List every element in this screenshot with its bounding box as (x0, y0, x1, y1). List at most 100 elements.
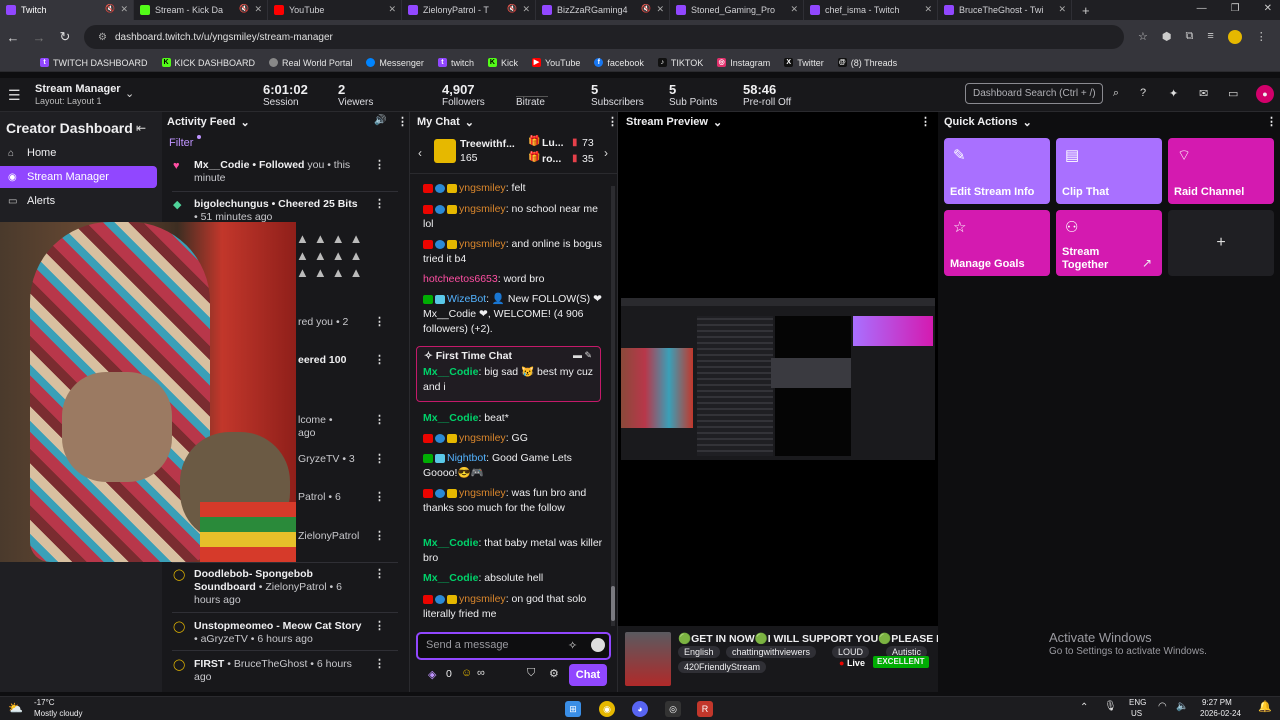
puzzle-icon[interactable]: ⧉ (1185, 30, 1193, 44)
more-icon[interactable]: ⋮ (1256, 30, 1267, 44)
sidebar-item-alerts[interactable]: ▭ Alerts (0, 190, 157, 212)
shield-icon[interactable]: ⛉ (527, 667, 535, 680)
chat-send-button[interactable]: Chat (569, 664, 607, 686)
bookmark-facebook[interactable]: f facebook (594, 58, 644, 68)
extension-icon[interactable]: ⬢ (1162, 30, 1172, 44)
notification-bell-icon[interactable]: 🔔 (1258, 700, 1272, 713)
close-tab-icon[interactable]: ✕ (522, 4, 530, 15)
weather-icon[interactable]: ⛅ (8, 701, 23, 715)
chat-bubble-icon[interactable]: ▭ (1228, 87, 1238, 100)
tab-twitch[interactable]: Twitch 🔇 ✕ (0, 0, 134, 20)
close-tab-icon[interactable]: ✕ (120, 4, 128, 15)
add-quick-action-button[interactable]: + (1168, 210, 1274, 276)
close-window-button[interactable]: ✕ (1264, 3, 1272, 14)
bookmark-messenger[interactable]: Messenger (366, 58, 424, 68)
lang-code[interactable]: ENG (1129, 698, 1146, 707)
more-options-icon[interactable]: ⋮ (374, 316, 385, 329)
bookmark-youtube[interactable]: ▶ YouTube (531, 58, 580, 68)
layout-chevron-down-icon[interactable]: ⌄ (125, 87, 134, 100)
wifi-icon[interactable]: ◠ (1158, 701, 1167, 712)
close-tab-icon[interactable]: ✕ (254, 4, 262, 15)
tab-bizzzargaming[interactable]: BizZzaRGaming4 🔇 ✕ (536, 0, 670, 20)
filter-button[interactable]: Filter (169, 137, 193, 149)
bookmark-instagram[interactable]: ◎ Instagram (717, 58, 770, 68)
chat-username[interactable]: yngsmiley (459, 432, 506, 444)
reload-icon[interactable]: ↻ (52, 29, 78, 45)
chat-username[interactable]: Mx__Codie (423, 412, 478, 424)
more-options-icon[interactable]: ⋮ (607, 115, 618, 128)
chevron-right-icon[interactable]: › (604, 146, 608, 160)
clock-date[interactable]: 2026-02-24 (1200, 709, 1241, 718)
tab-brucetheghost[interactable]: BruceTheGhost - Twi ✕ (938, 0, 1072, 20)
help-icon[interactable]: ? (1140, 87, 1146, 99)
collapse-sidebar-icon[interactable]: ⇤ (136, 121, 146, 135)
chat-username[interactable]: yngsmiley (459, 203, 506, 215)
mail-icon[interactable]: ✉ (1199, 87, 1208, 100)
mute-icon[interactable]: 🔇 (105, 4, 115, 13)
search-icon[interactable]: ⌕ (1106, 83, 1126, 104)
menu-icon[interactable]: ≡ (1207, 30, 1213, 44)
url-input[interactable]: ⚙ dashboard.twitch.tv/u/yngsmiley/stream… (84, 25, 1124, 49)
more-options-icon[interactable]: ⋮ (374, 491, 385, 504)
forward-icon[interactable]: → (26, 30, 52, 45)
manage-goals-button[interactable]: ☆ Manage Goals (944, 210, 1050, 276)
chat-username[interactable]: Mx__Codie (423, 366, 478, 378)
discord-icon[interactable]: ◕ (632, 701, 648, 717)
tab-kick[interactable]: Stream - Kick Da 🔇 ✕ (134, 0, 268, 20)
chat-username[interactable]: hotcheetos6653 (423, 273, 498, 285)
edit-icon[interactable]: ▬ ✎ (573, 350, 592, 361)
start-windows-icon[interactable]: ⊞ (565, 701, 581, 717)
tab-youtube[interactable]: YouTube ✕ (268, 0, 402, 20)
close-tab-icon[interactable]: ✕ (388, 4, 396, 15)
chat-username[interactable]: WizeBot (447, 293, 486, 305)
chevron-up-icon[interactable]: ⌃ (1080, 702, 1088, 713)
chat-username[interactable]: Mx__Codie (423, 537, 478, 549)
more-options-icon[interactable]: ⋮ (374, 568, 385, 581)
minimize-button[interactable]: — (1197, 3, 1207, 14)
smiley-icon[interactable]: ☺ (461, 667, 472, 679)
close-tab-icon[interactable]: ✕ (924, 4, 932, 15)
clip-that-button[interactable]: ▤ Clip That (1056, 138, 1162, 204)
more-options-icon[interactable]: ⋮ (374, 620, 385, 633)
infinity-icon[interactable]: ∞ (477, 667, 485, 679)
hamburger-menu-icon[interactable]: ☰ (8, 87, 21, 104)
bookmark-tiktok[interactable]: ♪ TIKTOK (657, 58, 703, 68)
more-options-icon[interactable]: ⋮ (374, 159, 385, 172)
more-options-icon[interactable]: ⋮ (374, 530, 385, 543)
bookmark-threads[interactable]: @ (8) Threads (837, 58, 897, 68)
tag-loud[interactable]: LOUD (832, 646, 870, 658)
close-tab-icon[interactable]: ✕ (656, 4, 664, 15)
sparkle-icon[interactable]: ✦ (1169, 87, 1178, 100)
stream-together-button[interactable]: ⚇ Stream Together ↗ (1056, 210, 1162, 276)
channel-points-icon[interactable]: ◈ (428, 668, 436, 681)
star-icon[interactable]: ☆ (1138, 30, 1148, 44)
more-options-icon[interactable]: ⋮ (374, 658, 385, 671)
chat-header[interactable]: My Chat ⌄ (417, 112, 474, 132)
close-tab-icon[interactable]: ✕ (790, 4, 798, 15)
chat-scrollbar[interactable] (611, 186, 615, 626)
clock-time[interactable]: 9:27 PM (1202, 698, 1232, 707)
raid-channel-button[interactable]: ⌔ Raid Channel (1168, 138, 1274, 204)
new-tab-button[interactable]: + (1082, 3, 1090, 18)
volume-icon[interactable]: 🔊 (374, 115, 386, 126)
tab-stoned-gaming[interactable]: Stoned_Gaming_Pro ✕ (670, 0, 804, 20)
profile-icon[interactable] (1227, 30, 1242, 44)
chat-username[interactable]: Mx__Codie (423, 572, 478, 584)
tab-zielonypatrol[interactable]: ZielonyPatrol - T 🔇 ✕ (402, 0, 536, 20)
activity-feed-header[interactable]: Activity Feed ⌄ (167, 112, 250, 132)
more-options-icon[interactable]: ⋮ (374, 198, 385, 211)
speaker-icon[interactable]: 🔈 (1176, 701, 1188, 712)
chrome-icon[interactable]: ◉ (599, 701, 615, 717)
stream-preview-video[interactable] (621, 298, 935, 460)
more-options-icon[interactable]: ⋮ (374, 453, 385, 466)
gear-icon[interactable]: ⚙ (549, 667, 559, 680)
chat-username[interactable]: yngsmiley (459, 238, 506, 250)
sidebar-item-home[interactable]: ⌂ Home (0, 142, 157, 164)
chat-username[interactable]: yngsmiley (459, 593, 506, 605)
chat-input[interactable]: Send a message ✧ (416, 632, 611, 660)
scrollbar-thumb[interactable] (611, 586, 615, 621)
bookmark-kick-dashboard[interactable]: K KICK DASHBOARD (161, 58, 255, 68)
bookmark-twitter[interactable]: X Twitter (784, 58, 824, 68)
bookmark-real-world-portal[interactable]: Real World Portal (269, 58, 352, 68)
obs-icon[interactable]: ◎ (665, 701, 681, 717)
